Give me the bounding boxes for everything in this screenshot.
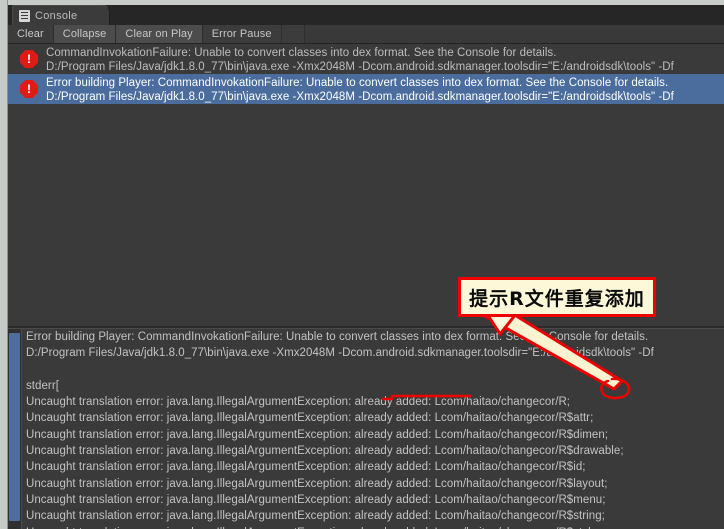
console-detail-panel[interactable]: Error building Player: CommandInvokation… (8, 329, 724, 529)
detail-line: Uncaught translation error: java.lang.Il… (26, 525, 724, 529)
console-message-line2: D:/Program Files/Java/jdk1.8.0_77\bin\ja… (46, 91, 674, 103)
detail-scrollbar[interactable] (8, 329, 22, 529)
toolbar-filler (304, 25, 724, 43)
detail-line: Uncaught translation error: java.lang.Il… (26, 412, 594, 425)
toolbar-spacer-slot (281, 25, 305, 43)
detail-line: Uncaught translation error: java.lang.Il… (26, 461, 586, 474)
detail-line: Error building Player: CommandInvokation… (26, 331, 649, 343)
error-icon (20, 50, 38, 68)
tab-console[interactable]: Console (12, 5, 110, 25)
console-message-row[interactable]: CommandInvokationFailure: Unable to conv… (8, 44, 724, 74)
error-octagon-glyph (20, 80, 38, 98)
detail-line (26, 362, 724, 378)
detail-line: Uncaught translation error: java.lang.Il… (26, 477, 608, 490)
detail-scrollbar-thumb[interactable] (9, 333, 20, 521)
detail-line: Uncaught translation error: java.lang.Il… (26, 445, 624, 458)
console-icon (19, 9, 30, 22)
console-message-line2: D:/Program Files/Java/jdk1.8.0_77\bin\ja… (46, 61, 674, 73)
toolbar-button-clear-on-play[interactable]: Clear on Play (116, 25, 203, 43)
detail-stacktrace-text: Error building Player: CommandInvokation… (26, 329, 724, 529)
tab-console-label: Console (35, 9, 78, 22)
tab-bar (8, 5, 724, 25)
detail-line: stderr[ (26, 379, 59, 392)
detail-line: Uncaught translation error: java.lang.Il… (26, 510, 605, 523)
console-toolbar: Clear Collapse Clear on Play Error Pause (8, 25, 724, 44)
detail-line: Uncaught translation error: java.lang.Il… (26, 428, 609, 441)
console-message-line1: Error building Player: CommandInvokation… (46, 77, 669, 89)
console-message-row[interactable]: Error building Player: CommandInvokation… (8, 74, 724, 104)
toolbar-button-clear[interactable]: Clear (8, 25, 54, 43)
error-octagon-glyph (20, 50, 38, 68)
unity-console-window: Console Clear Collapse Clear on Play Error … (0, 0, 724, 529)
annotation-callout-label: 提示R文件重复添加 (469, 287, 645, 310)
toolbar-button-error-pause[interactable]: Error Pause (202, 25, 282, 43)
detail-line: Uncaught translation error: java.lang.Il… (26, 493, 606, 506)
detail-line: Uncaught translation error: java.lang.Il… (26, 396, 571, 409)
toolbar-button-collapse[interactable]: Collapse (53, 25, 117, 43)
error-icon (20, 80, 38, 98)
detail-line: D:/Program Files/Java/jdk1.8.0_77\bin\ja… (26, 347, 654, 360)
annotation-callout: 提示R文件重复添加 (458, 277, 656, 317)
console-message-line1: CommandInvokationFailure: Unable to conv… (46, 47, 557, 59)
